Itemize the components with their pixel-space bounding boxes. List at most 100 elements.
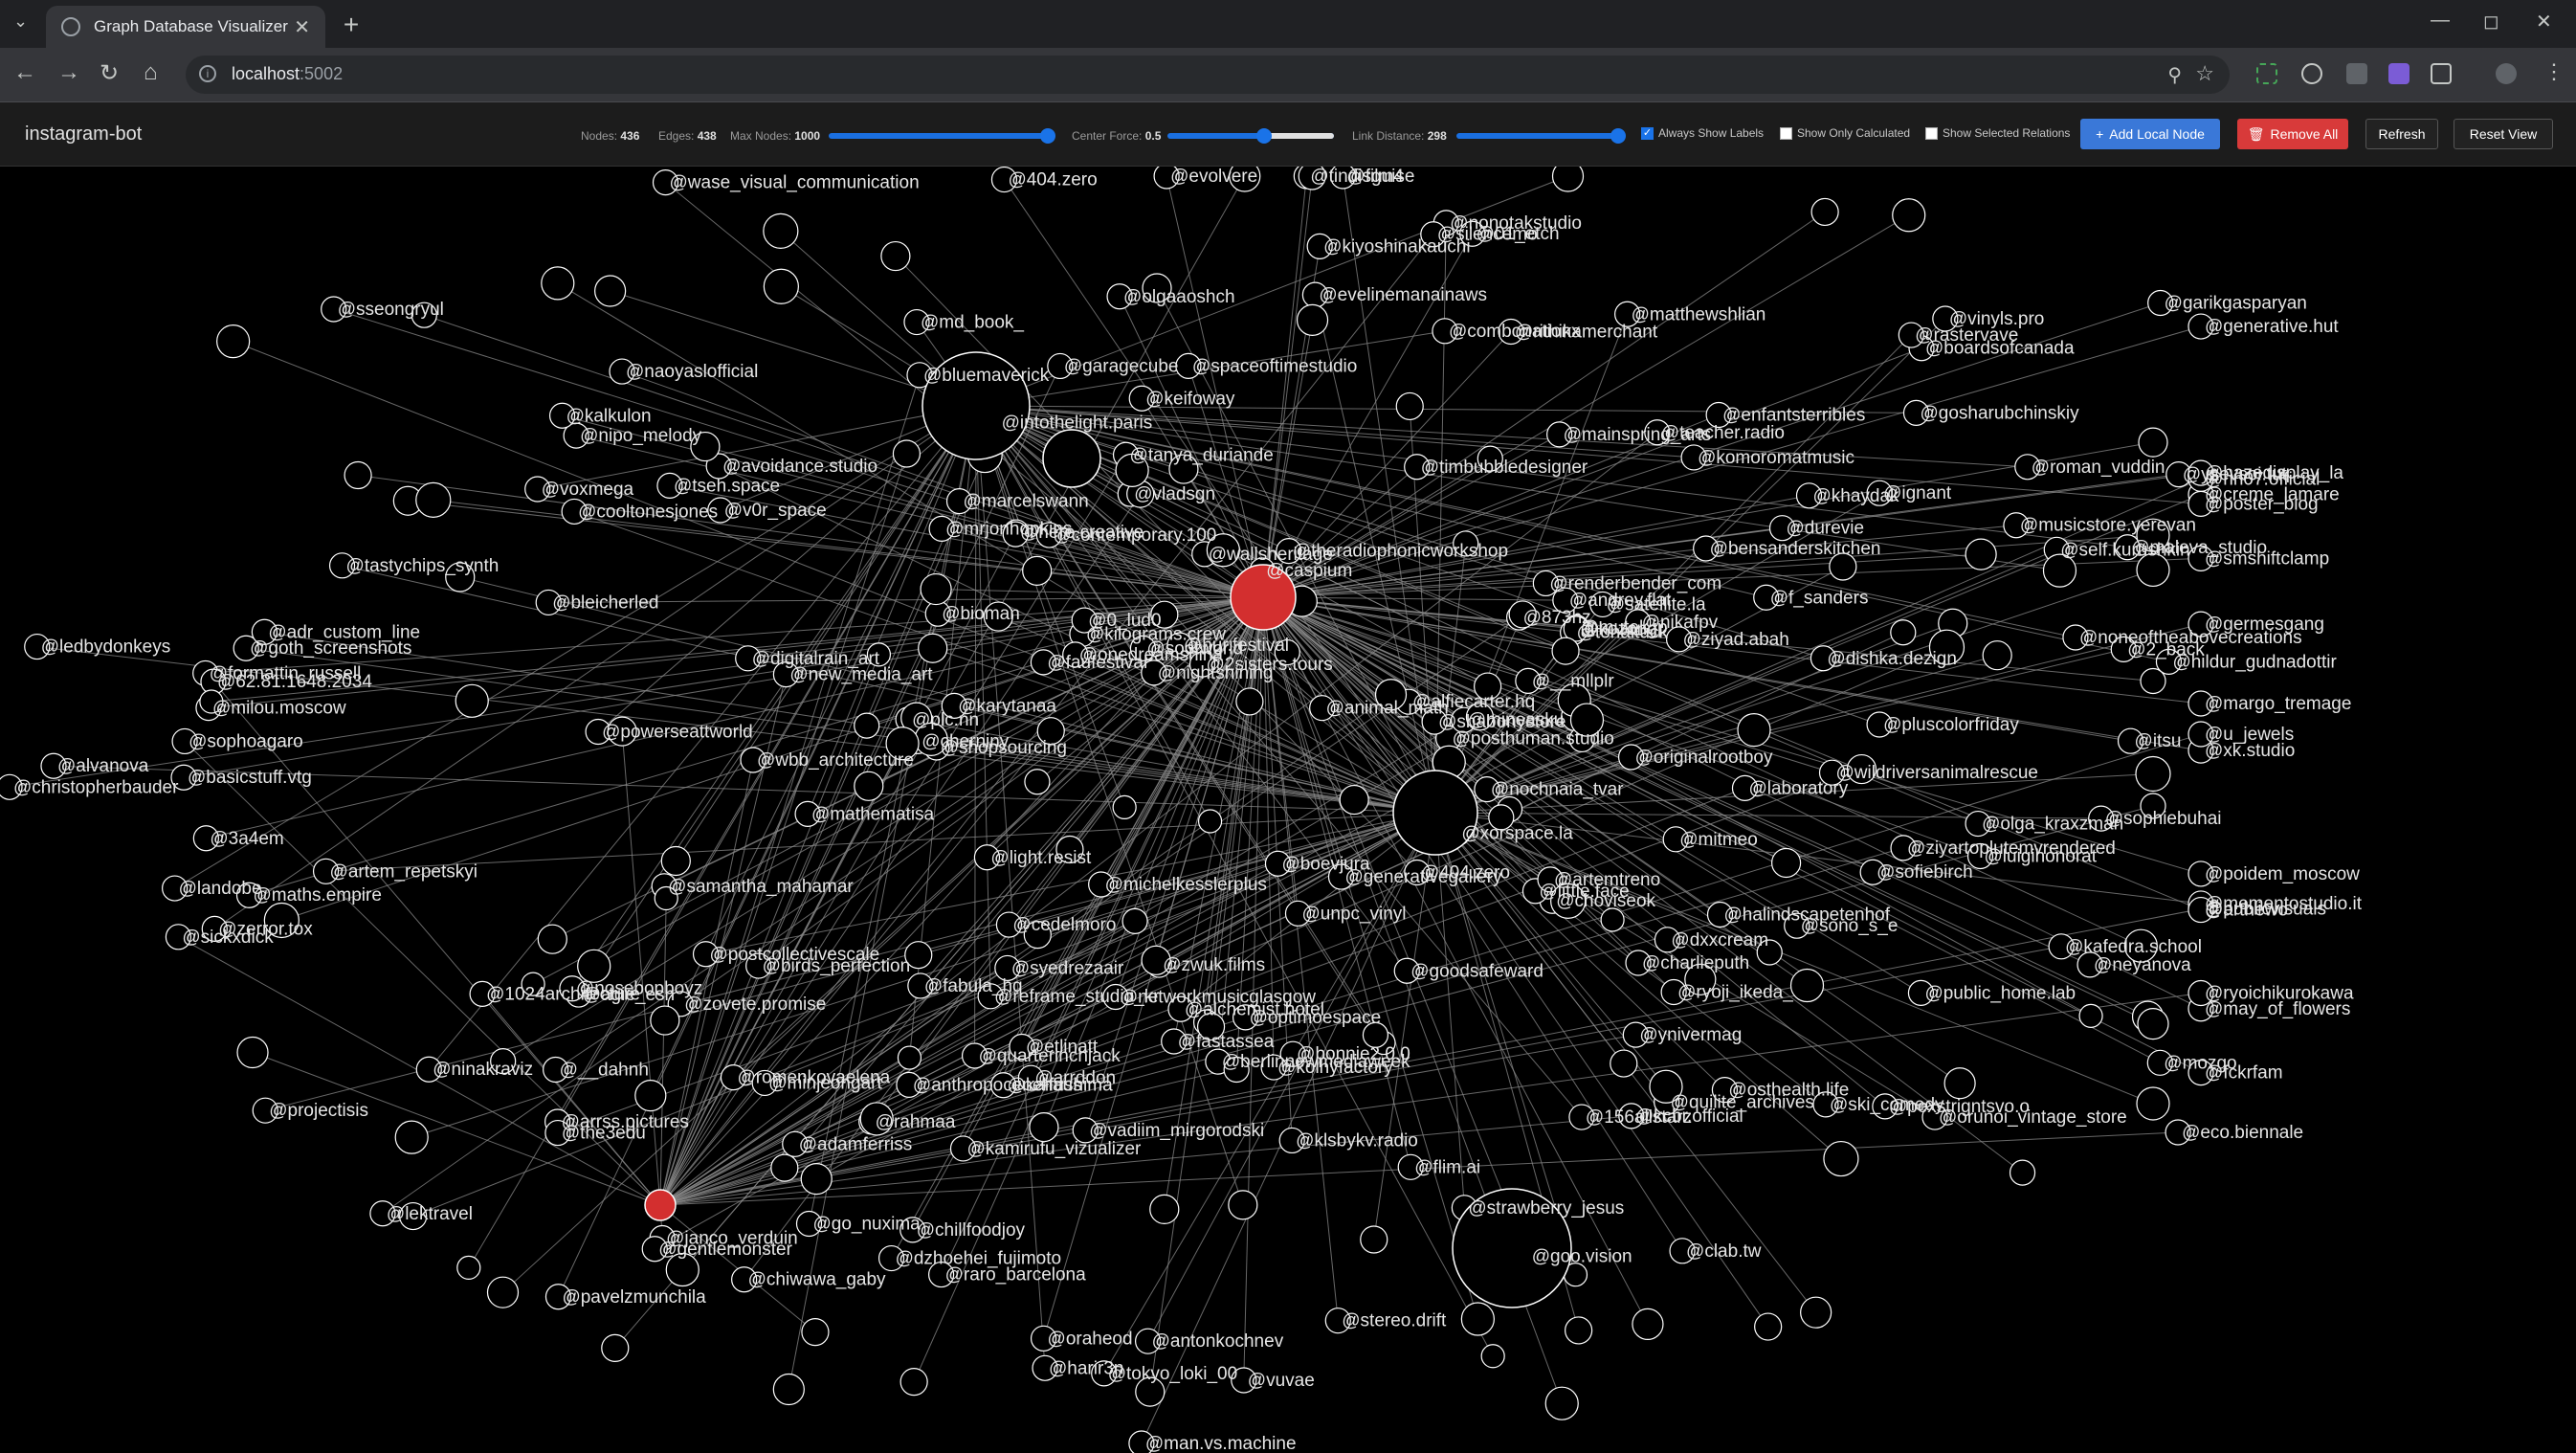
graph-node[interactable] <box>801 1318 830 1347</box>
graph-node[interactable] <box>1149 1194 1180 1224</box>
max-nodes-slider[interactable] <box>829 128 1055 144</box>
extensions-puzzle-icon[interactable] <box>2431 63 2452 84</box>
graph-node[interactable] <box>2136 1086 2170 1121</box>
graph-node[interactable] <box>1943 1067 1976 1100</box>
hub-graph-node[interactable] <box>1042 429 1101 488</box>
extension-robot-icon[interactable] <box>2301 63 2322 84</box>
checkbox-box[interactable] <box>1780 126 1792 140</box>
graph-canvas[interactable]: @eco.biennale @posthuman.studio @nochnaia_… <box>0 167 2576 1453</box>
graph-node[interactable] <box>854 771 884 801</box>
graph-node[interactable] <box>1121 907 1148 934</box>
graph-node[interactable] <box>854 712 880 739</box>
remove-all-button[interactable]: 🗑 Remove All <box>2237 119 2348 149</box>
graph-node[interactable] <box>1551 637 1580 665</box>
extension-screen-icon[interactable] <box>2256 63 2277 84</box>
graph-node[interactable] <box>2078 1003 2103 1028</box>
graph-node[interactable] <box>1339 784 1369 816</box>
graph-node[interactable] <box>541 266 575 301</box>
graph-node[interactable] <box>2140 667 2166 695</box>
graph-node[interactable] <box>1892 198 1926 233</box>
selected-graph-node[interactable] <box>644 1189 677 1221</box>
profile-avatar[interactable] <box>2496 63 2517 84</box>
graph-node[interactable] <box>1235 687 1264 716</box>
graph-node[interactable] <box>1800 1296 1832 1329</box>
refresh-button[interactable]: Refresh <box>2365 119 2438 149</box>
graph-node[interactable] <box>1632 1308 1664 1341</box>
graph-node[interactable] <box>770 1153 799 1182</box>
graph-node[interactable] <box>2135 755 2171 793</box>
graph-node[interactable] <box>763 268 799 304</box>
graph-node[interactable] <box>216 324 251 359</box>
graph-node[interactable] <box>1610 1049 1638 1078</box>
minimize-icon[interactable]: — <box>2431 10 2450 32</box>
graph-node[interactable] <box>650 1005 680 1036</box>
graph-node[interactable] <box>1022 555 1053 586</box>
checkbox-box[interactable]: ✓ <box>1641 126 1654 140</box>
graph-node[interactable] <box>1460 1302 1495 1336</box>
graph-node[interactable] <box>920 572 952 606</box>
graph-node[interactable] <box>1965 538 1997 570</box>
graph-node[interactable] <box>594 275 627 307</box>
slider-thumb[interactable] <box>1256 128 1272 144</box>
graph-node[interactable] <box>236 1036 269 1069</box>
address-bar[interactable]: i localhost:5002 ⚲ ☆ <box>186 56 2230 94</box>
slider-thumb[interactable] <box>1610 128 1626 144</box>
graph-node[interactable] <box>1551 167 1585 192</box>
home-icon[interactable]: ⌂ <box>144 59 158 86</box>
graph-node[interactable] <box>394 1120 429 1154</box>
graph-node[interactable] <box>892 439 922 468</box>
close-tab-icon[interactable]: ✕ <box>294 15 310 39</box>
graph-node[interactable] <box>1360 1225 1388 1254</box>
extension-purple-icon[interactable] <box>2388 63 2409 84</box>
link-distance-slider[interactable] <box>1456 128 1626 144</box>
graph-node[interactable] <box>1565 1316 1593 1345</box>
center-force-slider[interactable] <box>1167 128 1334 144</box>
close-window-icon[interactable]: ✕ <box>2536 10 2552 34</box>
graph-node[interactable] <box>899 1368 928 1397</box>
maximize-icon[interactable]: ◻ <box>2483 10 2499 34</box>
graph-node[interactable] <box>2137 1008 2169 1040</box>
graph-node[interactable] <box>601 1333 630 1362</box>
graph-node[interactable] <box>455 683 489 718</box>
always-show-labels-checkbox[interactable]: ✓ Always Show Labels <box>1641 126 1764 140</box>
graph-node[interactable] <box>1024 769 1051 795</box>
graph-node[interactable] <box>1197 809 1223 834</box>
reset-view-button[interactable]: Reset View <box>2454 119 2553 149</box>
new-tab-button[interactable]: + <box>335 10 367 42</box>
graph-node[interactable] <box>1982 640 2012 671</box>
graph-node[interactable] <box>2138 427 2168 458</box>
graph-node[interactable] <box>880 240 911 272</box>
graph-node[interactable] <box>634 1080 667 1112</box>
graph-node[interactable] <box>1480 1344 1505 1369</box>
graph-node[interactable] <box>415 481 452 518</box>
graph-node[interactable] <box>1296 303 1329 336</box>
graph-node[interactable] <box>2009 1159 2036 1186</box>
graph-node[interactable] <box>1789 968 1825 1003</box>
reload-icon[interactable]: ↻ <box>100 59 119 87</box>
slider-thumb[interactable] <box>1040 128 1055 144</box>
graph-node[interactable] <box>456 1255 481 1280</box>
show-selected-relations-checkbox[interactable]: Show Selected Relations <box>1925 126 2070 140</box>
back-icon[interactable]: ← <box>13 59 36 86</box>
graph-node[interactable] <box>1228 1190 1258 1220</box>
bookmark-star-icon[interactable]: ☆ <box>2195 61 2214 86</box>
graph-node[interactable] <box>486 1276 520 1308</box>
show-only-calculated-checkbox[interactable]: Show Only Calculated <box>1780 126 1910 140</box>
tab-search-chevron-icon[interactable]: ⌄ <box>13 11 28 32</box>
graph-node[interactable] <box>1600 907 1625 932</box>
add-local-node-button[interactable]: + Add Local Node <box>2080 119 2220 149</box>
graph-node[interactable] <box>1890 619 1917 646</box>
graph-node[interactable] <box>918 633 948 663</box>
graph-node[interactable] <box>1823 1140 1859 1177</box>
checkbox-box[interactable] <box>1925 126 1938 140</box>
graph-node[interactable] <box>1112 794 1137 820</box>
graph-node[interactable] <box>1771 847 1802 879</box>
graph-node[interactable] <box>1544 1386 1579 1420</box>
graph-node[interactable] <box>1395 391 1424 421</box>
site-info-icon[interactable]: i <box>199 65 216 82</box>
graph-node[interactable] <box>537 924 567 954</box>
graph-node[interactable] <box>1754 1312 1783 1341</box>
extension-diamond-icon[interactable] <box>2346 63 2367 84</box>
graph-node[interactable] <box>1029 1111 1059 1143</box>
graph-node[interactable] <box>344 460 372 490</box>
